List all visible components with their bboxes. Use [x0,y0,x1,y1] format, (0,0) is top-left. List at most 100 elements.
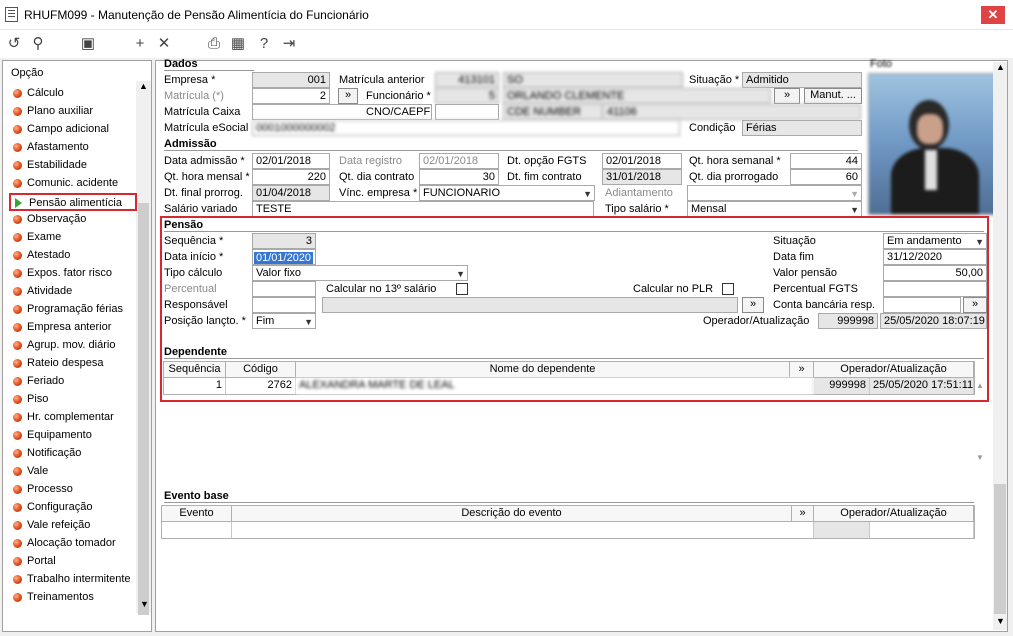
adiantamento-select[interactable]: ▼ [687,185,862,201]
matricula-field[interactable]: 2 [252,88,330,104]
matricula-esocial-field[interactable]: 0001000000002 [252,120,680,136]
sidebar-item-14[interactable]: Agrup. mov. diário [9,337,137,355]
conta-bancaria-lookup-button[interactable]: » [963,297,987,313]
table-row[interactable] [162,522,974,538]
calc-13-checkbox[interactable] [456,283,468,295]
sidebar-item-1[interactable]: Plano auxiliar [9,103,137,121]
data-inicio-field[interactable]: 01/01/2020 [252,249,316,265]
qt-dia-prorrogado-field[interactable]: 60 [790,169,862,185]
cno-field-3[interactable]: 41106 [603,104,861,120]
condicao-field[interactable]: Férias [742,120,862,136]
col-evento-operador[interactable]: Operador/Atualização [814,506,974,522]
tipo-calculo-select[interactable]: Valor fixo ▼ [252,265,468,281]
sidebar-item-21[interactable]: Vale [9,463,137,481]
qt-hora-semanal-field[interactable]: 44 [790,153,862,169]
scroll-down-icon[interactable]: ▼ [996,616,1005,626]
salario-variado-field[interactable]: TESTE [252,201,594,217]
table-row[interactable]: 1 2762 ALEXANDRA MARTE DE LEAL 999998 25… [164,378,974,394]
dt-final-prorrog-field[interactable]: 01/04/2018 [252,185,330,201]
qt-dia-contrato-field[interactable]: 30 [419,169,499,185]
refresh-icon[interactable]: ↺ [4,34,24,54]
col-operador[interactable]: Operador/Atualização [814,362,974,378]
calc-plr-checkbox[interactable] [722,283,734,295]
exit-icon[interactable]: ⇥ [279,34,299,54]
funcionario-lookup-button[interactable]: » [774,88,800,104]
add-icon[interactable]: + [130,34,150,54]
sidebar-item-3[interactable]: Afastamento [9,139,137,157]
sidebar-item-27[interactable]: Trabalho intermitente [9,571,137,589]
sidebar-item-26[interactable]: Portal [9,553,137,571]
sidebar-item-16[interactable]: Feriado [9,373,137,391]
sidebar-item-12[interactable]: Programação férias [9,301,137,319]
tipo-salario-select[interactable]: Mensal ▼ [687,201,862,217]
data-fim-field[interactable]: 31/12/2020 [883,249,987,265]
cno-field-1[interactable] [435,104,499,120]
col-descricao-evento[interactable]: Descrição do evento [232,506,792,522]
cancel-icon[interactable]: ✕ [154,34,174,54]
scroll-up-icon[interactable]: ▲ [976,381,984,390]
funcionario-code-field[interactable]: 5 [435,88,499,104]
dt-fim-contrato-field[interactable]: 31/01/2018 [602,169,682,185]
situacao-field[interactable]: Admitido [742,72,862,88]
operador-field[interactable]: 999998 [818,313,878,329]
conta-bancaria-field[interactable] [883,297,961,313]
valor-pensao-field[interactable]: 50,00 [883,265,987,281]
col-nome[interactable]: Nome do dependente [296,362,790,378]
calendar-icon[interactable]: ▦ [228,34,248,54]
sidebar-item-20[interactable]: Notificação [9,445,137,463]
percentual-field[interactable] [252,281,316,297]
close-icon[interactable]: ✕ [981,6,1005,24]
pensao-situacao-select[interactable]: Em andamento ▼ [883,233,987,249]
main-scrollbar[interactable]: ▲ ▼ [993,62,1007,630]
atualizacao-field[interactable]: 25/05/2020 18:07:19 [880,313,987,329]
main-scroll-thumb[interactable] [994,484,1006,614]
qt-hora-mensal-field[interactable]: 220 [252,169,330,185]
funcionario-name-field[interactable]: ORLANDO CLEMENTE [503,88,771,104]
dependente-scrollbar[interactable]: ▲ ▼ [976,361,986,462]
col-evento[interactable]: Evento [162,506,232,522]
sidebar-item-11[interactable]: Atividade [9,283,137,301]
scroll-up-icon[interactable]: ▲ [139,81,148,91]
sidebar-item-8[interactable]: Exame [9,229,137,247]
scroll-thumb[interactable] [138,203,149,615]
sidebar-item-23[interactable]: Configuração [9,499,137,517]
posicao-select[interactable]: Fim ▼ [252,313,316,329]
sidebar-item-18[interactable]: Hr. complementar [9,409,137,427]
sidebar-item-2[interactable]: Campo adicional [9,121,137,139]
matricula-anterior-field[interactable]: 413101 [435,72,499,88]
data-registro-field[interactable]: 02/01/2018 [419,153,499,169]
sidebar-item-7[interactable]: Observação [9,211,137,229]
help-icon[interactable]: ? [254,34,274,54]
matricula-anterior-field-2[interactable]: SO [503,72,683,88]
cno-field-2[interactable]: CDE NUMBER [503,104,603,120]
empresa-field[interactable]: 001 [252,72,330,88]
sidebar-item-19[interactable]: Equipamento [9,427,137,445]
dt-opcao-fgts-field[interactable]: 02/01/2018 [602,153,682,169]
responsavel-name-field[interactable] [322,297,738,313]
percentual-fgts-field[interactable] [883,281,987,297]
col-evento-lookup[interactable]: » [792,506,814,522]
scroll-up-icon[interactable]: ▲ [996,62,1005,72]
manut-button[interactable]: Manut. ... [804,88,862,104]
responsavel-code-field[interactable] [252,297,316,313]
scroll-down-icon[interactable]: ▼ [140,599,149,609]
matricula-lookup-button[interactable]: » [338,88,358,104]
print-icon[interactable]: ⎙ [204,34,224,54]
col-sequencia[interactable]: Sequência [164,362,226,378]
responsavel-lookup-button[interactable]: » [742,297,764,313]
sidebar-item-9[interactable]: Atestado [9,247,137,265]
sidebar-item-17[interactable]: Piso [9,391,137,409]
sidebar-item-13[interactable]: Empresa anterior [9,319,137,337]
search-icon[interactable]: ⚲ [28,34,48,54]
sequencia-field[interactable]: 3 [252,233,316,249]
sidebar-item-6[interactable]: Pensão alimentícia [9,193,137,211]
col-lookup[interactable]: » [790,362,814,378]
sidebar-item-15[interactable]: Rateio despesa [9,355,137,373]
sidebar-item-0[interactable]: Cálculo [9,85,137,103]
save-icon[interactable]: ▣ [78,34,98,54]
scroll-down-icon[interactable]: ▼ [976,453,984,462]
sidebar-item-10[interactable]: Expos. fator risco [9,265,137,283]
col-codigo[interactable]: Código [226,362,296,378]
sidebar-item-24[interactable]: Vale refeição [9,517,137,535]
sidebar-item-28[interactable]: Treinamentos [9,589,137,607]
